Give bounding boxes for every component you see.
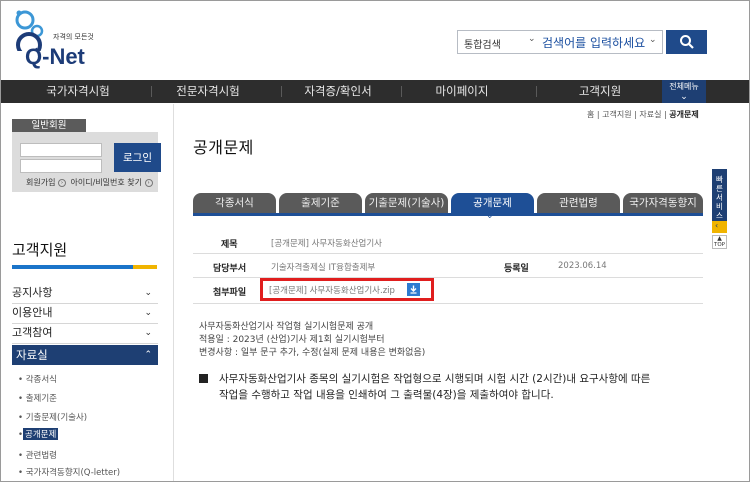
sidebar-title-accent [133,265,157,269]
chevron-down-icon: ⌄ [486,211,494,221]
logo-tagline: 자격의 모든것 [53,33,94,41]
search-button[interactable] [666,30,707,54]
member-type-label: 일반회원 [12,119,86,132]
top-label: TOP [713,242,725,248]
tab-past-exams[interactable]: 기출문제(기술사) [365,193,448,213]
sidebar-item-notice[interactable]: 공지사항 ⌄ [12,284,158,302]
content-line-2: 적용일 : 2023년 (산업)기사 제1회 실기시험부터 [199,335,385,345]
chevron-left-icon: ‹ [715,221,719,230]
breadcrumb-level2[interactable]: 자료실 [639,110,661,119]
nav-customer-support[interactable]: 고객지원 [541,80,659,103]
nav-professional-exam[interactable]: 전문자격시험 [149,80,267,103]
sidebar-item-label: 이용안내 [12,306,53,319]
notice-line-1: 사무자동화산업기사 종목의 실기시험은 작업형으로 시행되며 시험 시간 (2시… [219,373,651,385]
search-icon [680,35,694,49]
sub-item-past-exams[interactable]: • 기출문제(기술사) [18,411,87,423]
sub-item-label: 국가자격동향지(Q-letter) [25,468,121,478]
sub-item-label: 각종서식 [25,375,57,385]
nav-divider [536,86,537,97]
nav-mypage[interactable]: 마이페이지 [403,80,521,103]
qnet-logo[interactable]: 자격의 모든것 Q-Net [11,9,101,69]
find-account-link[interactable]: 아이디/비밀번호 찾기 [71,178,142,187]
tab-trends[interactable]: 국가자격동향지 [623,193,703,213]
nav-divider [401,86,402,97]
page-title: 공개문제 [193,138,254,157]
sidebar-item-participation[interactable]: 고객참여 ⌄ [12,324,158,342]
search-bar: 통합검색 ⌄ ⌄ [457,30,663,54]
id-field[interactable] [20,143,102,157]
chevron-down-icon: ⌄ [680,92,688,102]
row-divider [193,303,703,304]
search-input[interactable] [542,34,654,52]
sub-item-qletter[interactable]: • 국가자격동향지(Q-letter) [18,466,120,478]
chevron-down-icon: ⌄ [144,308,152,318]
breadcrumb-level1[interactable]: 고객지원 [602,110,631,119]
nav-certificate[interactable]: 자격증/확인서 [279,80,397,103]
all-menu-button[interactable]: 전체메뉴 ⌄ [662,80,706,103]
sub-item-label: 기출문제(기술사) [25,413,88,423]
sub-item-label: 출제기준 [25,394,57,404]
arrow-right-icon: › [58,178,66,187]
login-button[interactable]: 로그인 [114,143,161,172]
sidebar-item-label: 공지사항 [12,286,53,299]
date-value: 2023.06.14 [558,261,607,271]
notice-line-2: 작업을 수행하고 작업 내용을 인쇄하여 그 출력물(4장)을 제출하여야 합니… [219,389,554,401]
sub-item-label: 관련법령 [25,451,57,461]
tab-forms[interactable]: 각종서식 [193,193,276,213]
menu-divider [12,343,158,344]
content-line-3: 변경사항 : 일부 문구 추가, 수정(실제 문제 내용은 변화없음) [199,348,426,358]
sub-item-public-questions[interactable]: 공개문제 [23,428,59,440]
sidebar-item-label: 자료실 [16,348,48,362]
sub-item-laws[interactable]: • 관련법령 [18,449,57,461]
sidebar-title: 고객지원 [12,241,68,259]
login-links: 회원가입 › 아이디/비밀번호 찾기 › [26,177,153,188]
all-menu-label: 전체메뉴 [669,82,699,91]
sidebar-item-guide[interactable]: 이용안내 ⌄ [12,304,158,322]
chevron-down-icon[interactable]: ⌄ [528,34,536,44]
main-nav: 국가자격시험 전문자격시험 자격증/확인서 마이페이지 고객지원 [1,80,749,103]
content-divider [173,104,174,481]
logo-text: Q-Net [25,44,85,69]
row-divider [193,253,703,254]
breadcrumb-home[interactable]: 홈 [587,110,594,119]
sub-item-forms[interactable]: • 각종서식 [18,373,57,385]
search-scope-select[interactable]: 통합검색 [464,36,501,51]
signup-link[interactable]: 회원가입 [26,178,55,187]
tab-public-questions[interactable]: 공개문제 [451,193,534,213]
chevron-down-icon: ⌄ [144,288,152,298]
square-bullet-icon [199,374,208,383]
chevron-down-icon: ⌄ [144,328,152,338]
tab-laws[interactable]: 관련법령 [537,193,620,213]
subject-label: 제목 [221,240,238,250]
dept-value: 기술자격출제실 IT융합출제부 [271,263,376,273]
download-icon [410,285,417,294]
sidebar-item-label: 고객참여 [12,326,53,339]
content-line-1: 사무자동화산업기사 작업형 실기시험문제 공개 [199,322,374,332]
quick-service-toggle[interactable]: ‹ [712,221,727,233]
page-frame: 자격의 모든것 Q-Net 통합검색 ⌄ ⌄ 국가자격시험 전문자격시험 자격증… [0,0,750,482]
chevron-down-icon[interactable]: ⌄ [649,35,657,45]
attachment-label: 첨부파일 [213,288,247,298]
breadcrumb: 홈 | 고객지원 | 자료실 | 공개문제 [587,110,699,119]
nav-national-exam[interactable]: 국가자격시험 [19,80,137,103]
dept-label: 담당부서 [213,264,247,274]
breadcrumb-current: 공개문제 [669,110,699,119]
sub-item-standards[interactable]: • 출제기준 [18,392,57,404]
sidebar-item-archive[interactable]: 자료실 ⌃ [12,345,158,365]
quick-service-label: 빠른서비스 [716,175,723,220]
scroll-top-button[interactable]: ▲ TOP [712,235,727,249]
sidebar-title-bar [12,265,133,269]
password-field[interactable] [20,159,102,173]
tab-standards[interactable]: 출제기준 [279,193,362,213]
download-button[interactable] [407,283,420,296]
subject-value: [공개문제] 사무자동화산업기사 [271,239,382,249]
arrow-right-icon: › [144,178,153,187]
attachment-file-link[interactable]: [공개문제] 사무자동화산업기사.zip [269,284,395,296]
date-label: 등록일 [504,264,529,274]
tab-underline [193,213,703,216]
chevron-up-icon: ⌃ [144,350,152,360]
